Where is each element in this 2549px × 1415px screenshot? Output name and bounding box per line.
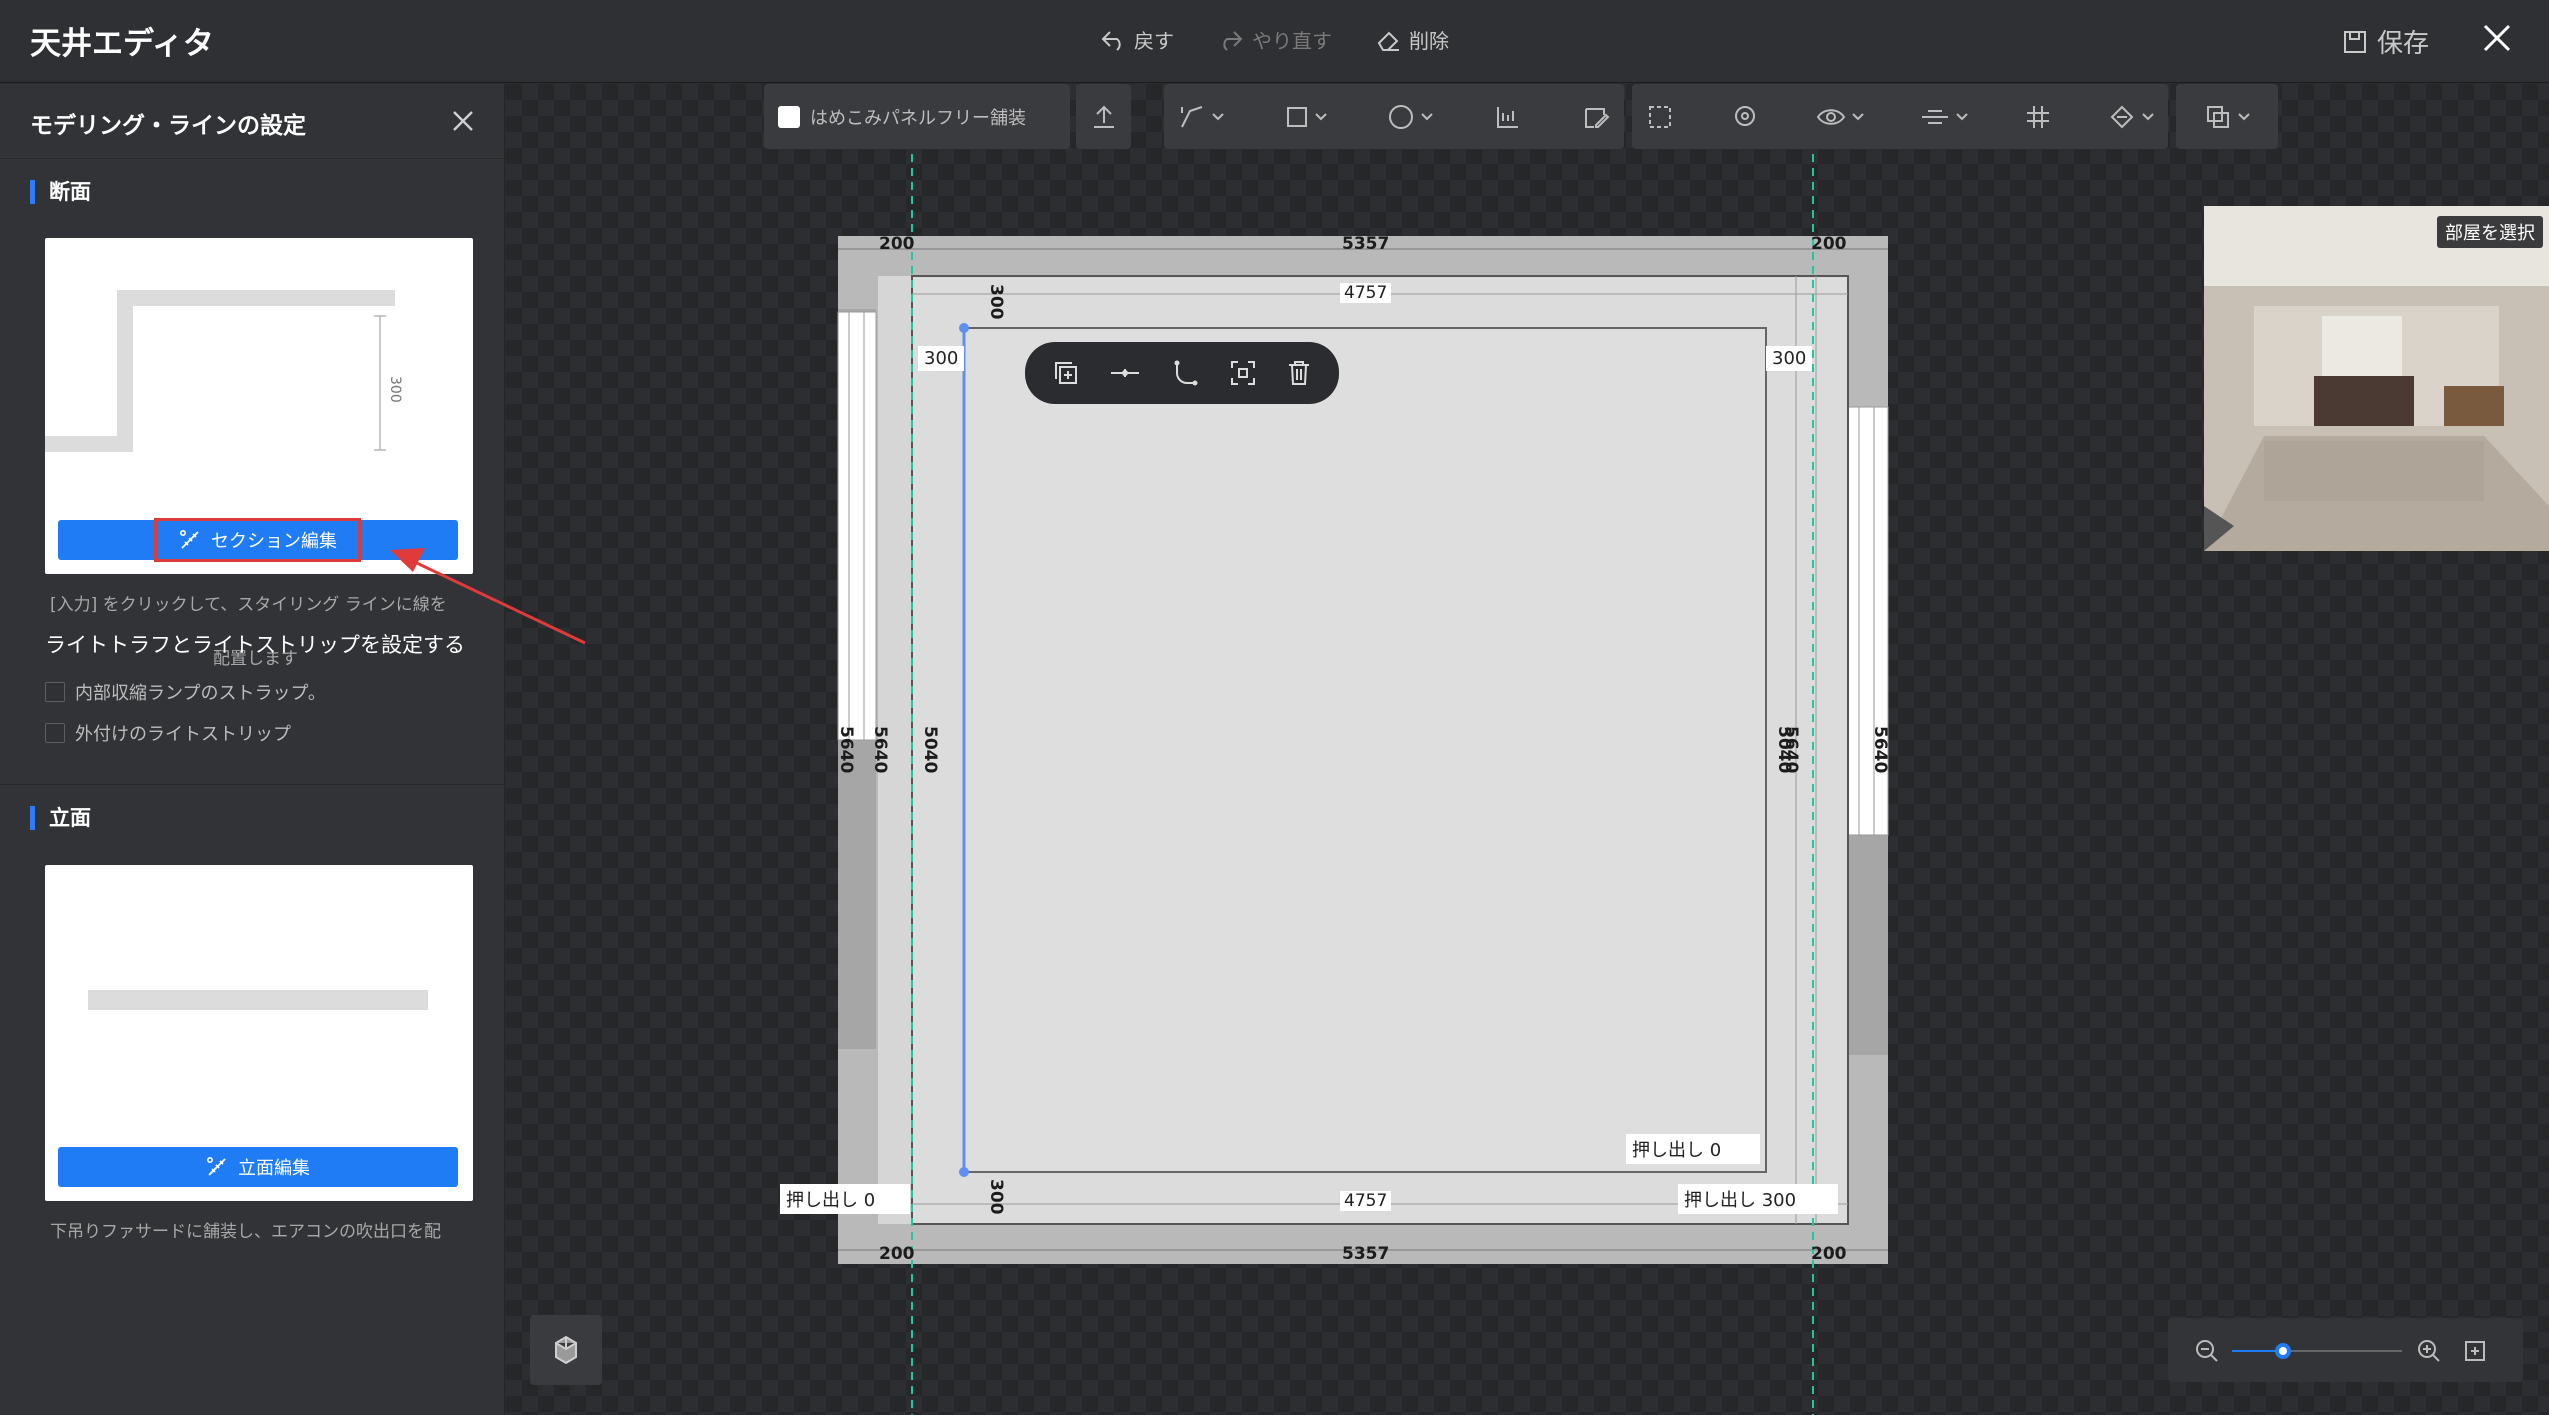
line-edit-toolbar	[1025, 342, 1339, 404]
redo-label: やり直す	[1252, 29, 1332, 53]
save-icon	[2343, 30, 2366, 53]
elevation-edit-label: 立面編集	[238, 1158, 310, 1179]
elevation-preview-card: 立面編集	[45, 865, 473, 1201]
section-height-dim: 300	[387, 376, 403, 403]
ceiling-canvas[interactable]: はめこみパネルフリー舗装 200 5357 200 4757 300 300 3…	[506, 84, 2549, 1415]
section-profile-drawing: 300	[45, 290, 403, 452]
dim-outer-mid: 5357	[1342, 234, 1390, 254]
top-bar: 天井エディタ 戻す やり直す 削除 保存	[0, 0, 2549, 83]
light-trough-heading: ライトトラフとライトストリップを設定する	[45, 633, 465, 657]
extrude-value[interactable]: 0	[864, 1190, 875, 1211]
elevation-bar	[88, 990, 428, 1010]
edit-ruler-icon	[206, 1156, 226, 1176]
divider	[0, 784, 505, 785]
room-preview[interactable]: 部屋を選択	[2204, 206, 2549, 551]
option-label: 内部収縮ランプのストラップ。	[75, 683, 326, 704]
dim-v-left-mid: 5640	[870, 726, 890, 774]
zoom-out-icon[interactable]	[2194, 1338, 2220, 1364]
extrude-left-tag[interactable]: 押し出し 0	[780, 1184, 910, 1214]
option-external-light-strip[interactable]: 外付けのライトストリップ	[45, 720, 291, 746]
view-3d-button[interactable]	[530, 1315, 602, 1385]
section-preview-card: 300 セクション編集	[45, 238, 473, 574]
extrude-right-tag[interactable]: 押し出し 300	[1678, 1184, 1838, 1214]
undo-icon	[1101, 30, 1121, 51]
dim-bottom-right: 200	[1811, 1244, 1847, 1264]
highlight-box	[154, 518, 361, 562]
zoom-control	[2168, 1318, 2523, 1382]
dim-v-left-inner: 5040	[920, 726, 940, 774]
dim-v-right-outer: 5640	[1870, 726, 1890, 774]
dim-side-left: 300	[918, 346, 965, 371]
room-render-image	[2204, 206, 2549, 551]
focus-icon[interactable]	[1229, 359, 1257, 387]
checkbox[interactable]	[45, 682, 65, 702]
delete-button[interactable]: 削除	[1375, 25, 1449, 54]
elevation-hint: 下吊りファサードに舗装し、エアコンの吹出口を配	[50, 1222, 441, 1242]
close-panel-icon[interactable]	[450, 108, 476, 134]
checkbox[interactable]	[45, 723, 65, 743]
split-line-icon[interactable]	[1109, 359, 1141, 387]
dim-inner-top: 4757	[1340, 283, 1392, 303]
dim-offset-top: 300	[986, 284, 1006, 320]
zoom-slider-knob[interactable]	[2275, 1343, 2291, 1359]
delete-label: 削除	[1409, 29, 1449, 53]
extrude-label: 押し出し	[1632, 1140, 1704, 1161]
elevation-heading: 立面	[30, 806, 91, 830]
eraser-icon	[1377, 31, 1399, 51]
fillet-icon[interactable]	[1171, 359, 1199, 387]
extrude-inner-tag[interactable]: 押し出し 0	[1626, 1134, 1760, 1164]
save-button[interactable]: 保存	[2343, 23, 2429, 60]
zoom-in-icon[interactable]	[2416, 1338, 2442, 1364]
dim-outer-left: 200	[879, 234, 915, 254]
redo-button[interactable]: やり直す	[1218, 25, 1332, 54]
undo-label: 戻す	[1134, 29, 1174, 53]
option-internal-lamp-strap[interactable]: 内部収縮ランプのストラップ。	[45, 679, 326, 705]
dim-bottom-mid: 5357	[1342, 1244, 1390, 1264]
app-title: 天井エディタ	[30, 26, 214, 62]
undo-button[interactable]: 戻す	[1100, 25, 1174, 54]
dim-bottom-left: 200	[879, 1244, 915, 1264]
save-label: 保存	[2376, 29, 2429, 59]
extrude-value[interactable]: 0	[1710, 1140, 1721, 1161]
dim-outer-right: 200	[1811, 234, 1847, 254]
dim-v-left-outer: 5640	[836, 726, 856, 774]
modeling-settings-panel: モデリング・ラインの設定 断面 300 セクション編集 [入力] をクリックして…	[0, 84, 505, 1415]
section-heading: 断面	[30, 180, 91, 204]
close-icon[interactable]	[2479, 20, 2515, 56]
panel-header: モデリング・ラインの設定	[0, 84, 504, 159]
dim-offset-bottom: 300	[986, 1179, 1006, 1215]
elevation-edit-button[interactable]: 立面編集	[58, 1147, 458, 1187]
extrude-label: 押し出し	[786, 1190, 858, 1211]
panel-title: モデリング・ラインの設定	[30, 113, 306, 139]
extrude-label: 押し出し	[1684, 1190, 1756, 1211]
redo-icon	[1223, 30, 1243, 51]
select-room-label[interactable]: 部屋を選択	[2437, 216, 2543, 248]
dim-side-right: 300	[1766, 346, 1813, 371]
fit-view-icon[interactable]	[2463, 1339, 2487, 1363]
cube-icon	[555, 1335, 577, 1365]
extrude-value[interactable]: 300	[1762, 1190, 1796, 1211]
dim-v-right-inner2: 5640	[1781, 726, 1801, 774]
trash-icon[interactable]	[1286, 359, 1312, 387]
copy-add-icon[interactable]	[1052, 359, 1080, 387]
option-label: 外付けのライトストリップ	[75, 724, 291, 745]
dim-inner-bottom: 4757	[1340, 1191, 1392, 1211]
section-hint-line1: [入力] をクリックして、スタイリング ラインに線を	[50, 595, 447, 615]
